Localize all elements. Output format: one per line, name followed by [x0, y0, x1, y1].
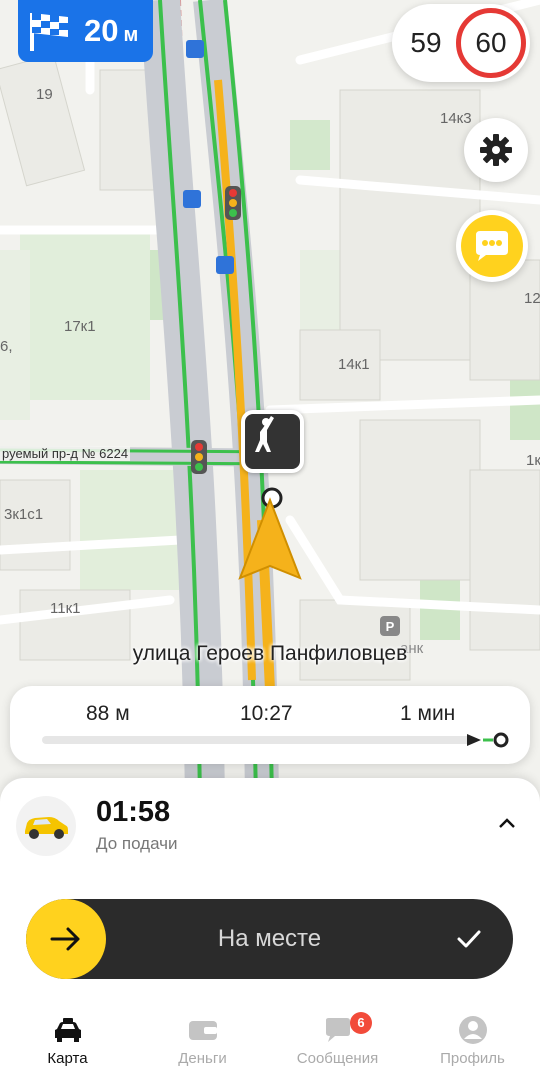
map-label-building: 6, — [0, 338, 13, 355]
maneuver-distance: 20 — [84, 13, 119, 48]
tab-map[interactable]: Карта — [0, 1008, 135, 1080]
speed-limit-sign: 60 — [456, 8, 526, 78]
gear-icon — [480, 134, 512, 166]
tab-label: Деньги — [178, 1050, 227, 1067]
time-remaining: 1 мин — [400, 702, 456, 725]
expand-sheet-button[interactable] — [496, 812, 518, 834]
map-view[interactable]: P 19 14к3 17к1 6, 14к1 1к 3к1с1 11к1 12 … — [0, 0, 540, 800]
profile-icon — [456, 1014, 490, 1046]
svg-text:P: P — [386, 619, 395, 634]
side-street-label: руемый пр-д № 6224 — [0, 446, 131, 461]
taxi-car-icon — [51, 1014, 85, 1046]
quick-messages-button[interactable] — [456, 210, 528, 282]
unread-messages-badge: 6 — [350, 1012, 372, 1034]
tab-messages[interactable]: 6 Сообщения — [270, 1008, 405, 1080]
current-street-name: улица Героев Панфиловцев — [132, 642, 408, 665]
map-label-building: 14к1 — [338, 356, 370, 373]
map-label-building: 1к — [526, 452, 540, 469]
map-label-building: 3к1с1 — [4, 506, 44, 523]
pickup-eta-caption: До подачи — [96, 834, 178, 853]
wallet-icon — [186, 1014, 220, 1046]
pickup-eta: 01:58 — [96, 796, 171, 828]
route-summary-card[interactable]: 88 м 10:27 1 мин — [10, 686, 530, 764]
map-label-building: 14к3 — [440, 110, 472, 127]
tab-money[interactable]: Деньги — [135, 1008, 270, 1080]
chevron-up-icon — [499, 818, 515, 828]
finish-flag-icon — [30, 13, 68, 51]
speedometer: 59 60 — [392, 4, 530, 82]
maneuver-distance-unit: м — [123, 23, 139, 46]
bottom-tab-bar: Карта Деньги 6 Сообщения Профиль — [0, 1008, 540, 1080]
passenger-pickup-marker[interactable] — [241, 410, 304, 473]
tab-label: Профиль — [440, 1050, 505, 1067]
current-speed: 59 — [410, 27, 442, 58]
tab-label: Сообщения — [296, 1050, 379, 1067]
slider-handle[interactable] — [26, 899, 106, 979]
tab-label: Карта — [47, 1050, 88, 1067]
map-label-building: 17к1 — [64, 318, 96, 335]
hailing-person-icon — [255, 416, 274, 452]
arrived-swipe-slider[interactable]: На месте — [26, 899, 513, 979]
yellow-taxi-icon — [16, 796, 76, 856]
chat-dots-icon — [461, 215, 523, 277]
route-progress-bar — [42, 736, 472, 744]
map-label-building: 11к1 — [50, 600, 81, 617]
arrival-time: 10:27 — [240, 702, 293, 725]
map-label-building: 12 — [524, 290, 540, 307]
maneuver-badge: 20 м — [18, 0, 153, 62]
map-label-building: 19 — [36, 86, 53, 103]
route-end-icon — [467, 732, 509, 748]
distance-remaining: 88 м — [86, 702, 130, 725]
settings-button[interactable] — [464, 118, 528, 182]
tab-profile[interactable]: Профиль — [405, 1008, 540, 1080]
chat-bubble-icon — [321, 1014, 355, 1046]
arrow-right-icon — [50, 927, 80, 951]
checkmark-icon — [457, 930, 481, 948]
